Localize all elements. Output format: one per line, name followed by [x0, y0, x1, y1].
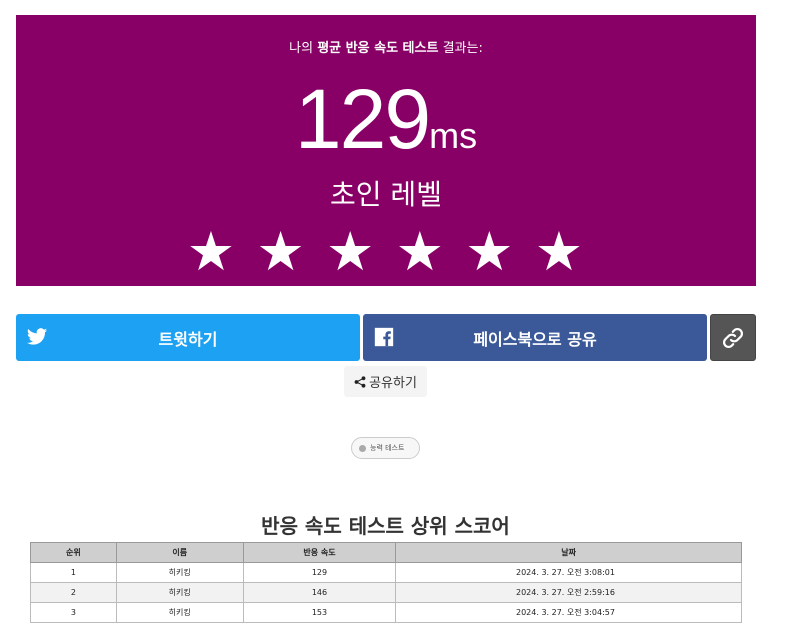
twitter-bird-icon: [26, 328, 48, 345]
intro-test-name: 평균 반응 속도 테스트: [317, 41, 439, 56]
tag-label: 능력 테스트: [370, 444, 405, 452]
cell-name: 히키킹: [115, 602, 244, 623]
column-header-rank: 순위: [30, 542, 117, 563]
result-score: 129ms: [16, 77, 756, 161]
intro-suffix: 결과는:: [438, 41, 483, 56]
star-icon: ★: [186, 220, 238, 283]
score-value: 129: [294, 72, 431, 166]
cell-speed: 153: [242, 602, 397, 623]
cell-speed: 146: [242, 582, 397, 603]
cell-rank: 3: [30, 602, 117, 623]
facebook-f-icon: [374, 327, 394, 347]
table-row: 1 히키킹 129 2024. 3. 27. 오전 3:08:01: [30, 562, 742, 583]
ranking-title: 반응 속도 테스트 상위 스코어: [261, 514, 510, 538]
star-icon: ★: [395, 220, 446, 283]
table-row: 2 히키킹 146 2024. 3. 27. 오전 2:59:16: [30, 582, 742, 603]
table-header-row: 순위 이름 반응 속도 날짜: [30, 542, 742, 563]
cell-name: 히키킹: [115, 582, 244, 603]
star-rating: ★ ★ ★ ★ ★ ★: [16, 225, 756, 279]
intro-prefix: 나의: [289, 41, 318, 56]
facebook-button-label: 페이스북으로 공유: [473, 329, 597, 349]
table-row: 3 히키킹 153 2024. 3. 27. 오전 3:04:57: [30, 602, 742, 623]
result-panel: 나의 평균 반응 속도 테스트 결과는: 129ms 초인 레벨 ★ ★ ★ ★…: [16, 15, 756, 286]
star-icon: ★: [256, 220, 307, 283]
ranking-table: 순위 이름 반응 속도 날짜 1 히키킹 129 2024. 3. 27. 오전…: [30, 542, 742, 623]
star-icon: ★: [325, 220, 377, 283]
star-icon: ★: [534, 220, 586, 283]
share-nodes-icon: [354, 375, 366, 388]
result-intro: 나의 평균 반응 속도 테스트 결과는:: [16, 37, 756, 56]
score-unit: ms: [429, 115, 478, 156]
cell-date: 2024. 3. 27. 오전 3:08:01: [395, 562, 742, 583]
result-level: 초인 레벨: [330, 178, 442, 211]
column-header-name: 이름: [115, 542, 244, 563]
tweet-button[interactable]: 트윗하기: [16, 314, 360, 361]
column-header-speed: 반응 속도: [242, 542, 397, 563]
share-buttons: 트윗하기 페이스북으로 공유: [16, 314, 756, 361]
cell-name: 히키킹: [115, 562, 244, 583]
tag-ability-test[interactable]: 능력 테스트: [351, 437, 420, 459]
copy-link-button[interactable]: [710, 314, 756, 361]
cell-date: 2024. 3. 27. 오전 3:04:57: [395, 602, 742, 623]
cell-rank: 2: [30, 582, 117, 603]
cell-date: 2024. 3. 27. 오전 2:59:16: [395, 582, 742, 603]
tag-dot-icon: [359, 444, 366, 452]
cell-speed: 129: [242, 562, 397, 583]
share-more-button[interactable]: 공유하기: [344, 366, 427, 397]
chain-link-icon: [722, 327, 744, 348]
star-icon: ★: [465, 220, 516, 283]
cell-rank: 1: [30, 562, 117, 583]
tweet-button-label: 트윗하기: [158, 329, 218, 349]
column-header-date: 날짜: [395, 542, 742, 563]
share-more-label: 공유하기: [369, 376, 417, 391]
facebook-share-button[interactable]: 페이스북으로 공유: [363, 314, 707, 361]
